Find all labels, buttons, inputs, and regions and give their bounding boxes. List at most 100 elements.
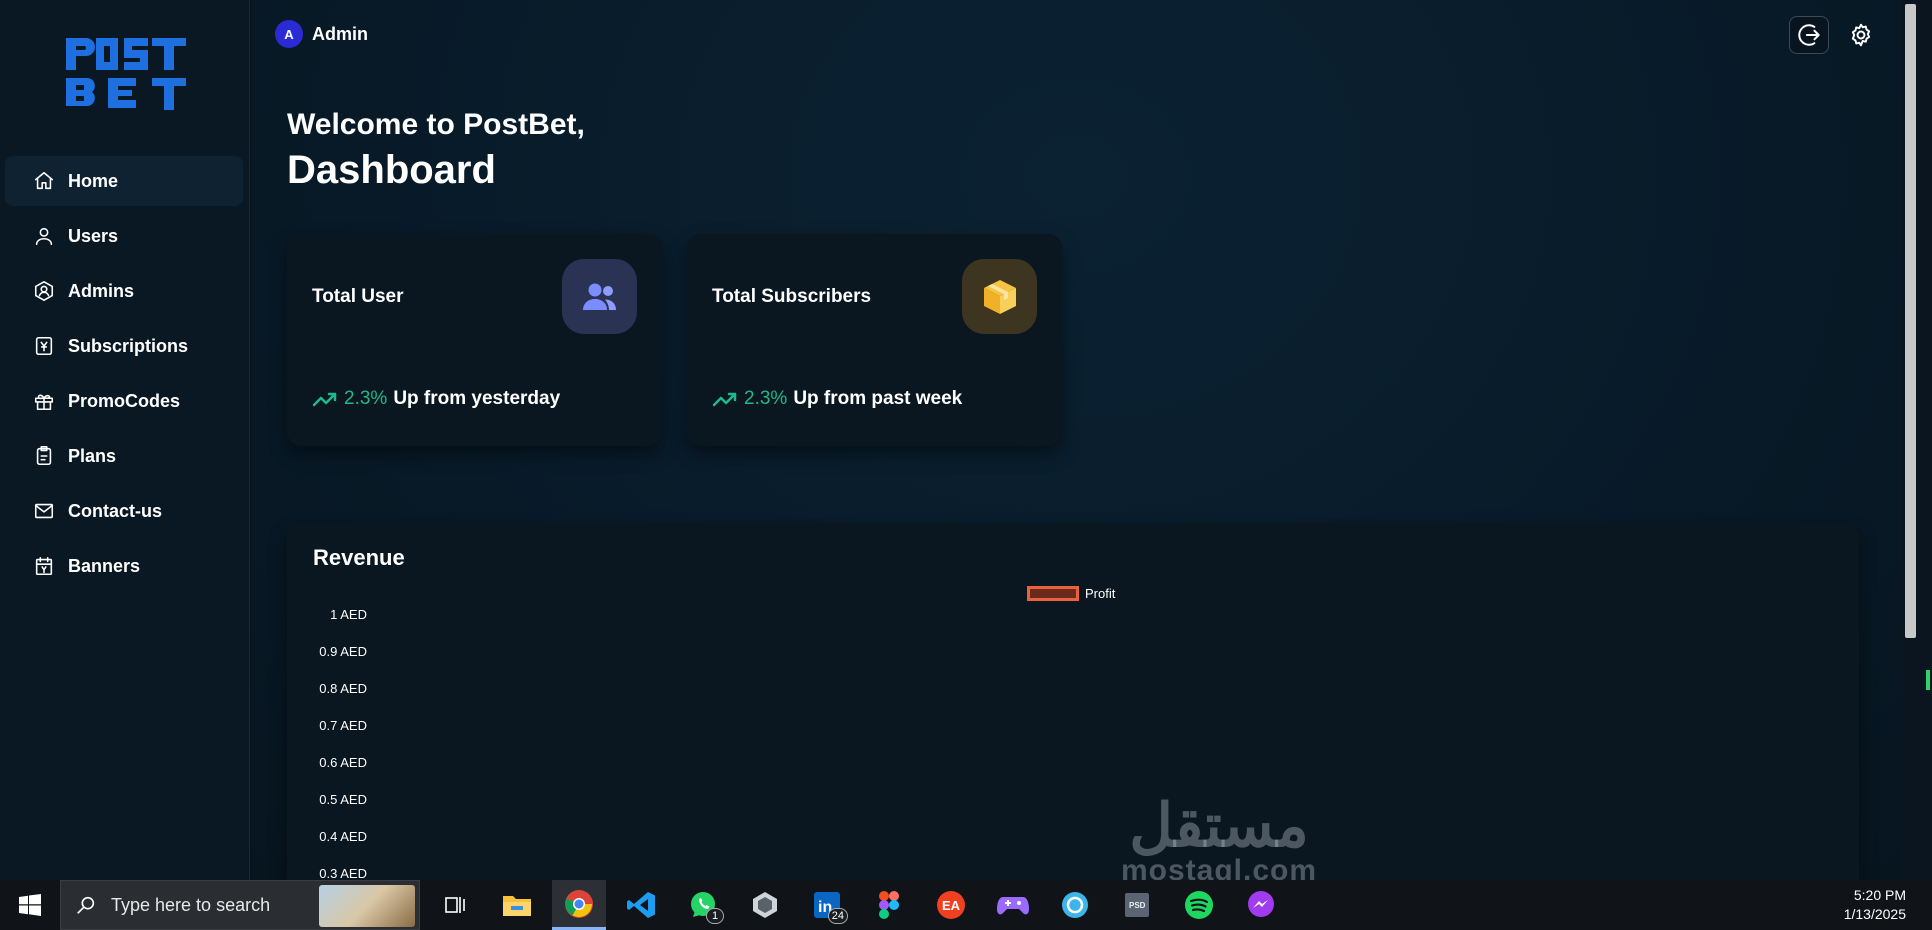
y-tick-label: 0.7 AED (319, 718, 367, 733)
file-explorer-icon (503, 896, 531, 916)
sidebar-item-banners[interactable]: Banners (5, 541, 243, 591)
sidebar: Home Users Admins Subscriptions PromoCod… (0, 0, 250, 880)
ea-icon: EA (937, 891, 965, 919)
card-title: Total Subscribers (712, 286, 872, 307)
chart-legend[interactable]: Profit (1027, 586, 1115, 601)
box-icon-tile (962, 259, 1037, 334)
sidebar-item-label: Banners (68, 555, 141, 576)
taskbar-web-app[interactable] (1048, 880, 1102, 930)
psd-icon: PSD (1125, 893, 1149, 917)
gear-icon (1851, 23, 1871, 47)
taskbar-chrome[interactable] (552, 880, 606, 930)
trend-value: 2.3% (344, 388, 388, 409)
taskbar-file-explorer[interactable] (490, 880, 544, 930)
clock-time: 5:20 PM (1853, 887, 1906, 903)
vscode-icon (627, 892, 655, 918)
trend-value: 2.3% (744, 388, 788, 409)
postbet-logo[interactable] (64, 34, 188, 116)
user-icon (35, 227, 53, 246)
sidebar-nav: Home Users Admins Subscriptions PromoCod… (5, 156, 243, 596)
sidebar-item-plans[interactable]: Plans (5, 431, 243, 481)
users-icon (582, 283, 616, 310)
y-tick-label: 1 AED (330, 607, 367, 622)
y-tick-label: 0.3 AED (319, 866, 367, 881)
page-title: Dashboard (287, 148, 496, 192)
trend-up-icon (312, 392, 337, 407)
taskbar-vscode[interactable] (614, 880, 668, 930)
figma-icon (879, 891, 899, 919)
logout-icon (1798, 24, 1820, 46)
sidebar-item-label: PromoCodes (68, 390, 181, 411)
gift-icon (34, 394, 54, 411)
linkedin-badge: 24 (827, 908, 848, 924)
user-name: Admin (312, 23, 368, 44)
avatar: A (275, 20, 303, 48)
clock-date: 1/13/2025 (1843, 906, 1906, 922)
svg-text:PSD: PSD (1129, 901, 1146, 910)
system-clock[interactable]: 5:20 PM 1/13/2025 (1844, 886, 1906, 924)
task-view-icon (445, 897, 465, 913)
sidebar-item-label: Plans (68, 445, 117, 466)
users-icon-tile (562, 259, 637, 334)
clipboard-icon (36, 446, 52, 466)
web-app-icon (1062, 892, 1088, 918)
sidebar-item-label: Users (68, 225, 119, 246)
y-tick-label: 0.4 AED (319, 829, 367, 844)
sidebar-item-label: Contact-us (68, 500, 162, 521)
chrome-icon (565, 889, 593, 918)
taskbar-ea[interactable]: EA (924, 880, 978, 930)
settings-button[interactable] (1841, 16, 1881, 54)
taskbar-task-view[interactable] (428, 880, 482, 930)
legend-swatch-profit (1027, 586, 1079, 601)
sidebar-item-home[interactable]: Home (5, 156, 243, 206)
unity-icon (753, 892, 777, 918)
calendar-icon (35, 556, 53, 576)
taskbar-whatsapp[interactable]: 1 (676, 880, 730, 930)
sidebar-item-promocodes[interactable]: PromoCodes (5, 376, 243, 426)
search-placeholder: Type here to search (111, 894, 271, 915)
trend-text: Up from yesterday (393, 388, 561, 409)
sidebar-item-contact-us[interactable]: Contact-us (5, 486, 243, 536)
scrollbar-thumb[interactable] (1905, 4, 1916, 638)
chart-title: Revenue (313, 545, 405, 570)
y-tick-label: 0.5 AED (319, 792, 367, 807)
messenger-icon (1248, 891, 1274, 917)
taskbar-figma[interactable] (862, 880, 916, 930)
revenue-chart: Revenue Profit 1 AED 0.9 AED 0.8 AED 0.7 AE… (287, 523, 1859, 903)
scroll-position-marker (1926, 670, 1930, 690)
sidebar-item-label: Admins (68, 280, 135, 301)
taskbar-messenger[interactable] (1234, 880, 1288, 930)
user-menu[interactable]: A Admin (275, 20, 368, 48)
y-tick-label: 0.8 AED (319, 681, 367, 696)
sidebar-item-admins[interactable]: Admins (5, 266, 243, 316)
trend-up-icon (712, 392, 737, 407)
taskbar-spotify[interactable] (1172, 880, 1226, 930)
search-highlight-image (319, 885, 415, 927)
total-subscribers-card: Total Subscribers 2.3% Up from past week (687, 234, 1062, 446)
taskbar-game[interactable] (986, 880, 1040, 930)
page-scrollbar[interactable] (1901, 0, 1932, 880)
admin-icon (34, 281, 54, 301)
sidebar-item-users[interactable]: Users (5, 211, 243, 261)
windows-taskbar: Type here to search 1 in 24 EA PSD 5:20 … (0, 880, 1932, 930)
y-tick-label: 0.6 AED (319, 755, 367, 770)
start-button[interactable] (0, 880, 60, 930)
trend-text: Up from past week (793, 388, 963, 409)
card-title: Total User (312, 286, 404, 307)
taskbar-linkedin[interactable]: in 24 (800, 880, 854, 930)
logout-button[interactable] (1789, 16, 1829, 54)
taskbar-search[interactable]: Type here to search (60, 880, 420, 930)
trend-indicator: 2.3% Up from yesterday (312, 388, 560, 410)
main-content: A Admin Welcome to PostBet, Dashboard To… (251, 0, 1901, 903)
taskbar-psd[interactable]: PSD (1110, 880, 1164, 930)
sidebar-item-subscriptions[interactable]: Subscriptions (5, 321, 243, 371)
sidebar-item-label: Subscriptions (68, 335, 189, 356)
search-icon (77, 896, 95, 914)
mail-icon (34, 503, 54, 519)
total-user-card: Total User 2.3% Up from yesterday (287, 234, 662, 446)
home-icon (34, 171, 54, 190)
taskbar-unity[interactable] (738, 880, 792, 930)
svg-text:EA: EA (942, 898, 961, 913)
sidebar-item-label: Home (68, 170, 119, 191)
welcome-heading: Welcome to PostBet, (287, 108, 585, 141)
